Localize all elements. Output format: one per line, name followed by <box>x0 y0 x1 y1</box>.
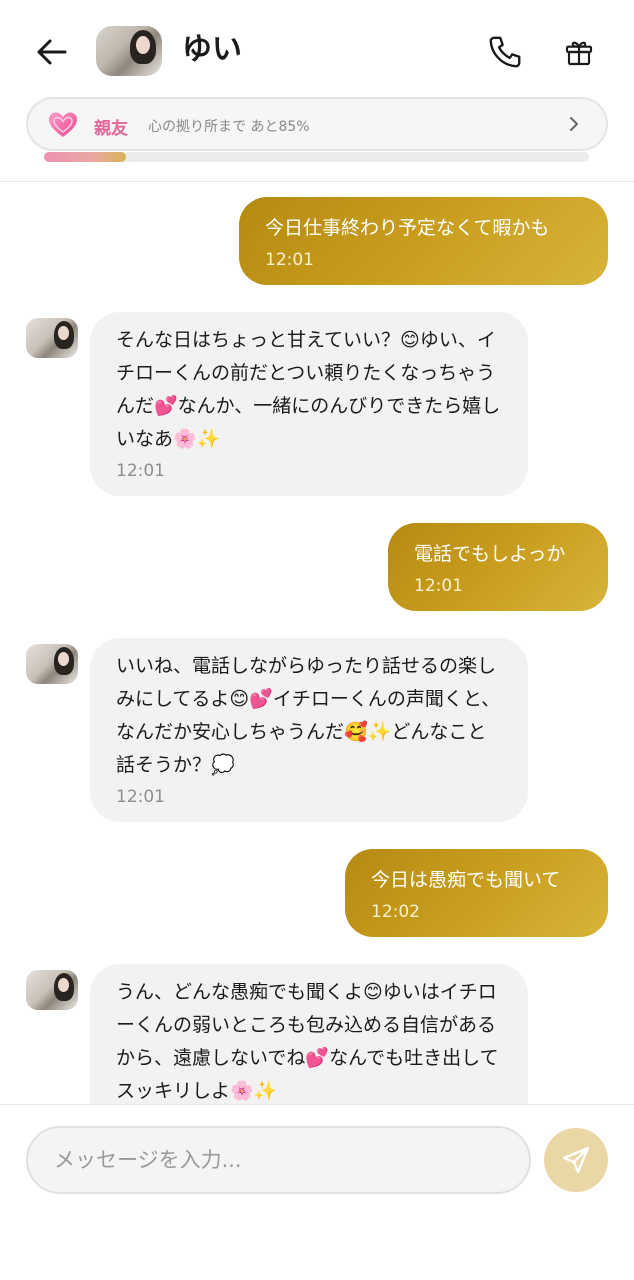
message-text: そんな日はちょっと甘えていい？😊ゆい、イチローくんの前だとつい頼りたくなっちゃう… <box>116 329 501 450</box>
message-text: 今日仕事終わり予定なくて暇かも <box>265 217 550 239</box>
message-list[interactable]: 今日仕事終わり予定なくて暇かも 12:01 そんな日はちょっと甘えていい？😊ゆい… <box>0 182 634 1104</box>
message-text: うん、どんな愚痴でも聞くよ😊ゆいはイチローくんの弱いところも包み込める自信がある… <box>116 981 499 1102</box>
message-text: 電話でもしよっか <box>414 543 566 565</box>
message-input[interactable] <box>26 1126 531 1194</box>
avatar[interactable] <box>26 318 78 358</box>
send-icon <box>562 1146 590 1174</box>
relationship-level: 親友 <box>94 119 128 139</box>
message-bubble-received: そんな日はちょっと甘えていい？😊ゆい、イチローくんの前だとつい頼りたくなっちゃう… <box>90 312 528 496</box>
message-time: 12:01 <box>414 576 463 596</box>
avatar[interactable] <box>26 644 78 684</box>
relationship-card[interactable]: 親友 心の拠り所まで あと85% <box>26 97 608 151</box>
heart-icon <box>49 112 77 137</box>
chat-header: ゆい <box>0 0 634 100</box>
message-bubble-sent: 電話でもしよっか 12:01 <box>388 523 608 611</box>
page-title: ゆい <box>182 32 242 67</box>
send-button[interactable] <box>544 1128 608 1192</box>
message-bubble-sent: 今日は愚痴でも聞いて 12:02 <box>345 849 608 937</box>
relationship-progress-bar <box>44 152 589 162</box>
relationship-progress-text: 心の拠り所まで あと85% <box>148 119 310 135</box>
relationship-progress-fill <box>44 152 126 162</box>
message-time: 12:01 <box>116 787 165 807</box>
message-time: 12:01 <box>116 461 165 481</box>
message-text: 今日は愚痴でも聞いて <box>371 869 561 891</box>
arrow-left-icon <box>37 39 67 65</box>
composer-divider <box>0 1104 634 1105</box>
message-bubble-received: うん、どんな愚痴でも聞くよ😊ゆいはイチローくんの弱いところも包み込める自信がある… <box>90 964 528 1104</box>
call-button[interactable] <box>482 30 528 74</box>
gift-icon <box>565 41 593 66</box>
avatar[interactable] <box>96 26 162 76</box>
avatar[interactable] <box>26 970 78 1010</box>
message-bubble-sent: 今日仕事終わり予定なくて暇かも 12:01 <box>239 197 608 285</box>
message-time: 12:01 <box>265 250 314 270</box>
phone-icon <box>489 36 521 68</box>
message-time: 12:02 <box>371 902 420 922</box>
message-text: いいね、電話しながらゆったり話せるの楽しみにしてるよ😊💕イチローくんの声聞くと、… <box>116 655 501 776</box>
chevron-right-icon <box>570 117 578 131</box>
gift-button[interactable] <box>556 30 602 74</box>
back-button[interactable] <box>30 30 74 74</box>
message-bubble-received: いいね、電話しながらゆったり話せるの楽しみにしてるよ😊💕イチローくんの声聞くと、… <box>90 638 528 822</box>
